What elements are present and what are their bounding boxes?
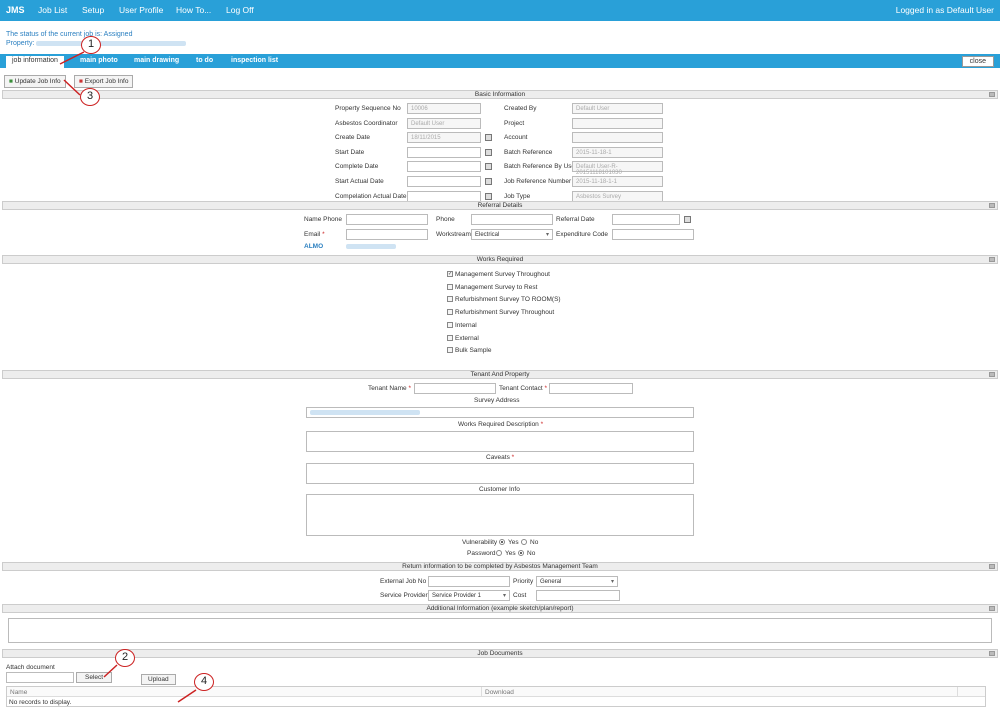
callout-2: 2 bbox=[115, 649, 135, 667]
callout-1: 1 bbox=[81, 36, 101, 54]
callout-3: 3 bbox=[80, 88, 100, 106]
callout-2-pointer bbox=[103, 664, 118, 678]
callout-pointers bbox=[59, 51, 197, 703]
callout-3-pointer bbox=[63, 79, 81, 96]
callout-4-pointer bbox=[177, 689, 197, 703]
callout-1-pointer bbox=[59, 51, 85, 65]
callout-4: 4 bbox=[194, 673, 214, 691]
